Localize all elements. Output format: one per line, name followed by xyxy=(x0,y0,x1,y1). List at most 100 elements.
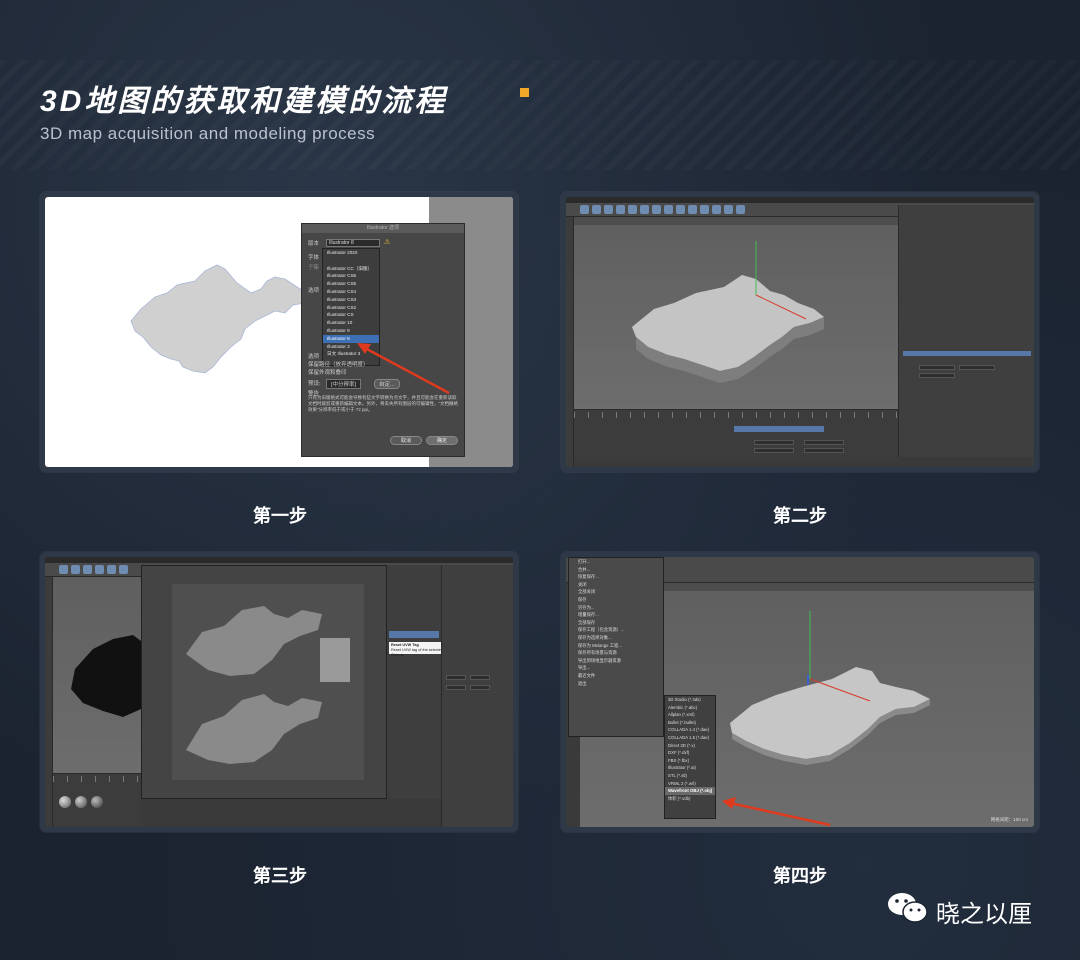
file-menu-item[interactable]: 导出... xyxy=(569,664,663,672)
file-menu-item[interactable]: 保存为选择对象... xyxy=(569,634,663,642)
export-item[interactable]: COLLADA 1.5 (*.dae) xyxy=(665,734,715,742)
menu-item[interactable]: Illustrator CS5 xyxy=(323,280,379,288)
export-item[interactable]: Illustrator (*.ai) xyxy=(665,764,715,772)
timeline[interactable] xyxy=(574,409,898,459)
menu-item[interactable]: Illustrator CS2 xyxy=(323,304,379,312)
attribute-tab-bar[interactable] xyxy=(903,351,1031,356)
panel-item[interactable] xyxy=(387,621,441,629)
menu-item[interactable]: Illustrator CC（旧版） xyxy=(323,265,379,273)
coord-field[interactable] xyxy=(470,685,490,690)
menu-item[interactable]: Illustrator CS3 xyxy=(323,296,379,304)
menu-item[interactable]: 日文 Illustrator 3 xyxy=(323,350,379,358)
file-menu-item[interactable]: 全部保存 xyxy=(569,619,663,627)
file-menu-item[interactable]: 保存所有场景与资源 xyxy=(569,649,663,657)
attribute-manager-panel[interactable] xyxy=(898,337,1034,457)
material-ball[interactable] xyxy=(59,796,71,808)
material-ball[interactable] xyxy=(75,796,87,808)
panel-item[interactable] xyxy=(387,565,441,573)
tool-icon[interactable] xyxy=(616,205,625,214)
tool-icon[interactable] xyxy=(119,565,128,574)
file-menu-item[interactable]: 增量保存... xyxy=(569,611,663,619)
left-toolbar[interactable] xyxy=(45,577,53,827)
file-menu-item[interactable]: 导出到场地显示器资源 xyxy=(569,657,663,665)
tool-icon[interactable] xyxy=(628,205,637,214)
export-item[interactable]: 体积 (*.vdb) xyxy=(665,795,715,803)
menu-item[interactable]: Illustrator 10 xyxy=(323,319,379,327)
material-ball[interactable] xyxy=(91,796,103,808)
export-item[interactable]: 3D Studio (*.3ds) xyxy=(665,696,715,704)
object-manager-panel[interactable] xyxy=(898,205,1034,337)
export-item[interactable]: FBX (*.fbx) xyxy=(665,757,715,765)
tool-icon[interactable] xyxy=(580,205,589,214)
coord-field[interactable] xyxy=(754,448,794,453)
radio-preserve-appearance[interactable]: 保留外观和叠印 xyxy=(308,368,347,376)
file-menu[interactable]: 打开... 合并... 恢复保存... 关闭 全部关闭 保存 另存为... 增量… xyxy=(568,557,664,737)
coord-field[interactable] xyxy=(919,373,955,378)
export-item[interactable]: STL (*.stl) xyxy=(665,772,715,780)
tool-icon[interactable] xyxy=(712,205,721,214)
menu-item[interactable]: Illustrator CS4 xyxy=(323,288,379,296)
tool-icon[interactable] xyxy=(640,205,649,214)
tool-icon[interactable] xyxy=(59,565,68,574)
coord-field[interactable] xyxy=(919,365,955,370)
playback-controls[interactable] xyxy=(734,426,824,432)
radio-preserve-paths[interactable]: 保留路径（放弃透明度） xyxy=(308,360,369,368)
object-manager-panel[interactable] xyxy=(441,565,513,827)
uv-editor-window[interactable] xyxy=(141,565,387,799)
uv-canvas[interactable] xyxy=(172,584,364,780)
tool-icon[interactable] xyxy=(736,205,745,214)
file-menu-item[interactable]: 打开... xyxy=(569,558,663,566)
export-submenu[interactable]: 3D Studio (*.3ds) Alembic (*.abc) Allpla… xyxy=(664,695,716,819)
right-panel[interactable] xyxy=(387,565,441,799)
tool-icon[interactable] xyxy=(107,565,116,574)
panel-item[interactable] xyxy=(387,605,441,613)
panel-item[interactable] xyxy=(387,573,441,581)
coord-field[interactable] xyxy=(470,675,490,680)
export-item[interactable]: Alembic (*.abc) xyxy=(665,704,715,712)
coord-field[interactable] xyxy=(959,365,995,370)
menu-item[interactable]: Illustrator CS xyxy=(323,311,379,319)
preset-select[interactable]: [中分辨率] xyxy=(326,379,362,389)
tool-icon[interactable] xyxy=(688,205,697,214)
selected-panel-item[interactable] xyxy=(389,631,439,638)
panel-item[interactable] xyxy=(387,581,441,589)
file-menu-item[interactable]: 退出 xyxy=(569,680,663,688)
tool-icon[interactable] xyxy=(604,205,613,214)
coord-field[interactable] xyxy=(446,685,466,690)
menu-item[interactable]: Illustrator CS6 xyxy=(323,272,379,280)
file-menu-item[interactable]: 最近文件 xyxy=(569,672,663,680)
file-menu-item[interactable]: 保存 xyxy=(569,596,663,604)
export-item[interactable]: Bullet (*.bullet) xyxy=(665,719,715,727)
illustrator-options-dialog[interactable]: Illustrator 选项 版本 Illustrator 8 ⚠ 字体 子集 … xyxy=(301,223,465,457)
tool-icon[interactable] xyxy=(592,205,601,214)
custom-button[interactable]: 自定... xyxy=(374,379,400,389)
3d-viewport[interactable] xyxy=(53,577,141,773)
menu-item[interactable]: Illustrator 3 xyxy=(323,343,379,351)
file-menu-item[interactable]: 合并... xyxy=(569,566,663,574)
3d-viewport[interactable] xyxy=(574,217,898,409)
export-item[interactable]: Allplan (*.xml) xyxy=(665,711,715,719)
file-menu-item[interactable]: 保存工程（包含资源）... xyxy=(569,626,663,634)
menu-item[interactable]: Illustrator 9 xyxy=(323,327,379,335)
export-item[interactable]: VRML 2 (*.wrl) xyxy=(665,780,715,788)
version-dropdown-menu[interactable]: Illustrator 2020 Illustrator CC（旧版） Illu… xyxy=(322,248,380,366)
menu-item-selected[interactable]: Illustrator 8 xyxy=(323,334,379,343)
coord-field[interactable] xyxy=(446,675,466,680)
export-item[interactable]: Direct 3D (*.x) xyxy=(665,742,715,750)
panel-item[interactable] xyxy=(387,589,441,597)
coord-field[interactable] xyxy=(804,440,844,445)
file-menu-item[interactable]: 关闭 xyxy=(569,581,663,589)
file-menu-item[interactable]: 保存为 Melange 工程... xyxy=(569,642,663,650)
tool-icon[interactable] xyxy=(664,205,673,214)
export-item[interactable]: DXF (*.dxf) xyxy=(665,749,715,757)
tool-icon[interactable] xyxy=(95,565,104,574)
material-manager[interactable] xyxy=(53,773,141,827)
left-toolbar[interactable] xyxy=(566,217,574,467)
panel-item[interactable] xyxy=(387,597,441,605)
tool-icon[interactable] xyxy=(724,205,733,214)
tool-icon[interactable] xyxy=(676,205,685,214)
file-menu-item[interactable]: 另存为... xyxy=(569,604,663,612)
tool-icon[interactable] xyxy=(652,205,661,214)
cancel-button[interactable]: 取消 xyxy=(390,436,422,445)
panel-item[interactable] xyxy=(387,613,441,621)
